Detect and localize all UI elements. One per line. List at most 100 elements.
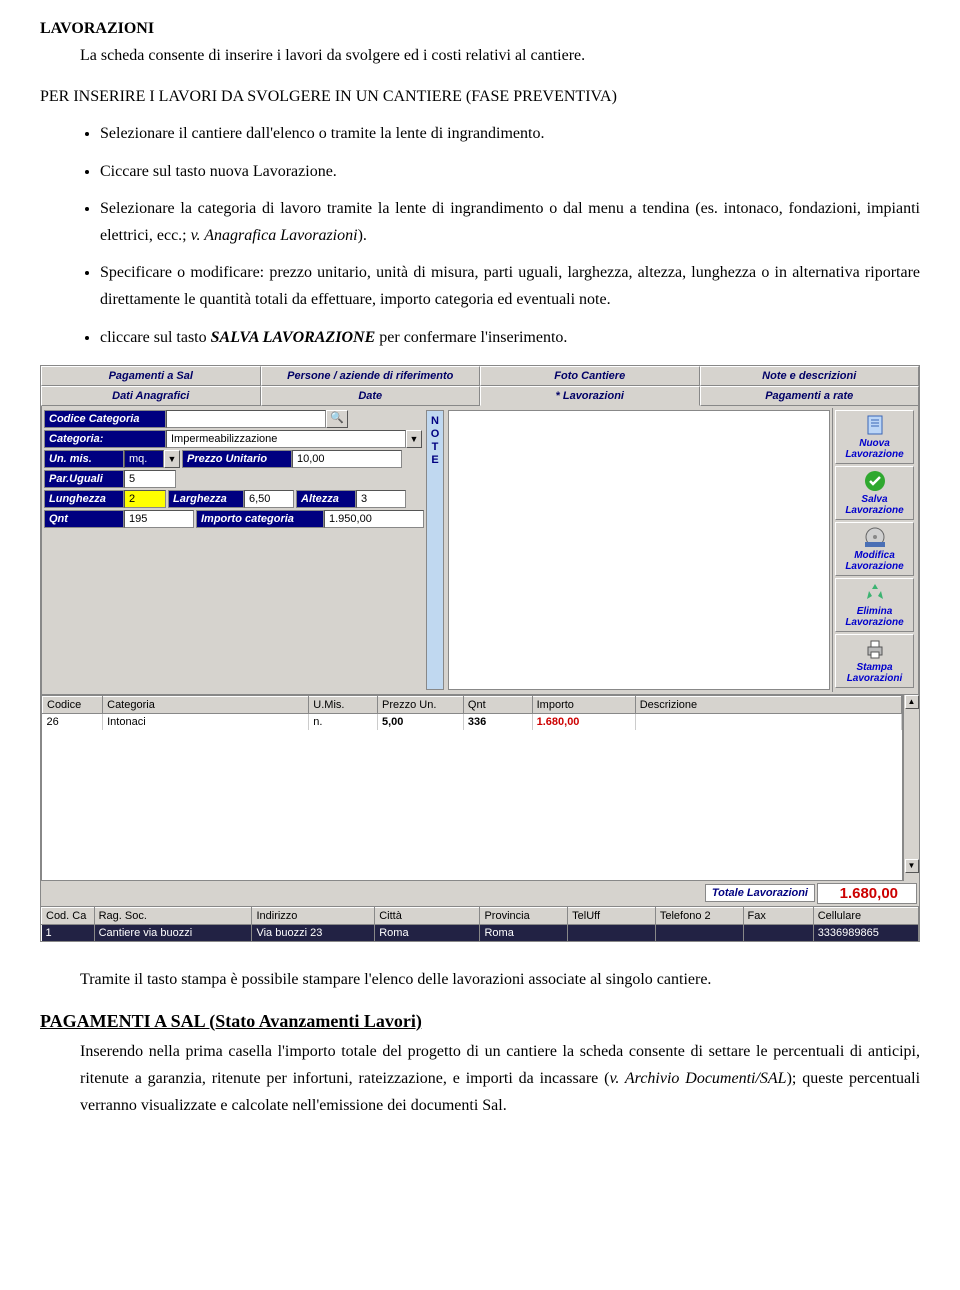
- doc-p2: Inserendo nella prima casella l'importo …: [80, 1038, 920, 1120]
- col-umis[interactable]: U.Mis.: [309, 696, 378, 713]
- tab-pagamenti-rate[interactable]: Pagamenti a rate: [700, 386, 920, 406]
- document-icon: [861, 413, 889, 437]
- fcol-prov[interactable]: Provincia: [480, 907, 568, 924]
- chevron-down-icon[interactable]: ▼: [406, 430, 422, 448]
- cell-importo: 1.680,00: [532, 713, 635, 730]
- check-icon: [861, 469, 889, 493]
- cell-prezzo: 5,00: [378, 713, 464, 730]
- tab-note-descrizioni[interactable]: Note e descrizioni: [700, 366, 920, 386]
- label-larghezza: Larghezza: [168, 490, 244, 508]
- input-prezzo-unitario[interactable]: 10,00: [292, 450, 402, 468]
- label-prezzo-unitario: Prezzo Unitario: [182, 450, 292, 468]
- tab-foto-cantiere[interactable]: Foto Cantiere: [480, 366, 700, 386]
- app-window: Pagamenti a Sal Persone / aziende di rif…: [40, 365, 920, 942]
- total-label: Totale Lavorazioni: [705, 884, 815, 902]
- total-value: 1.680,00: [817, 883, 917, 904]
- input-lunghezza[interactable]: 2: [124, 490, 166, 508]
- input-un-mis[interactable]: mq.: [124, 450, 164, 468]
- bullet-3: Selezionare la categoria di lavoro trami…: [100, 195, 920, 249]
- tabs-row-bottom: Dati Anagrafici Date * Lavorazioni Pagam…: [41, 386, 919, 406]
- cell-umis: n.: [309, 713, 378, 730]
- fcol-rag[interactable]: Rag. Soc.: [94, 907, 252, 924]
- footer-row[interactable]: 1 Cantiere via buozzi Via buozzi 23 Roma…: [42, 924, 919, 941]
- input-larghezza[interactable]: 6,50: [244, 490, 294, 508]
- tab-lavorazioni[interactable]: * Lavorazioni: [480, 386, 700, 406]
- cell-qnt: 336: [463, 713, 532, 730]
- col-categoria[interactable]: Categoria: [103, 696, 309, 713]
- doc-subtitle: PER INSERIRE I LAVORI DA SVOLGERE IN UN …: [40, 83, 920, 110]
- table-row[interactable]: 26 Intonaci n. 5,00 336 1.680,00: [43, 713, 902, 730]
- note-textarea[interactable]: [448, 410, 830, 690]
- total-row: Totale Lavorazioni 1.680,00: [41, 881, 919, 906]
- table-header-row: Codice Categoria U.Mis. Prezzo Un. Qnt I…: [43, 696, 902, 713]
- fcell-fax: [743, 924, 813, 941]
- elimina-lavorazione-button[interactable]: Elimina Lavorazione: [835, 578, 914, 632]
- fcol-fax[interactable]: Fax: [743, 907, 813, 924]
- input-categoria[interactable]: Impermeabilizzazione: [166, 430, 406, 448]
- footer-header-row: Cod. Ca Rag. Soc. Indirizzo Città Provin…: [42, 907, 919, 924]
- form-panel: Codice Categoria 🔍 Categoria: Impermeabi…: [44, 408, 424, 692]
- stampa-lavorazioni-button[interactable]: Stampa Lavorazioni: [835, 634, 914, 688]
- fcell-rag: Cantiere via buozzi: [94, 924, 252, 941]
- doc-h2-pagamenti: PAGAMENTI A SAL (Stato Avanzamenti Lavor…: [40, 1011, 920, 1032]
- sidebar: Nuova Lavorazione Salva Lavorazione Modi…: [832, 408, 916, 692]
- label-par-uguali: Par.Uguali: [44, 470, 124, 488]
- fcol-tel2[interactable]: Telefono 2: [655, 907, 743, 924]
- cell-codice: 26: [43, 713, 103, 730]
- tabs-row-top: Pagamenti a Sal Persone / aziende di rif…: [41, 366, 919, 386]
- cantiere-footer-table: Cod. Ca Rag. Soc. Indirizzo Città Provin…: [41, 906, 919, 941]
- col-importo[interactable]: Importo: [532, 696, 635, 713]
- doc-after-image: Tramite il tasto stampa è possibile stam…: [80, 966, 920, 993]
- tab-date[interactable]: Date: [261, 386, 481, 406]
- fcell-tel2: [655, 924, 743, 941]
- chevron-down-icon[interactable]: ▼: [164, 450, 180, 468]
- fcol-tel1[interactable]: TelUff: [568, 907, 656, 924]
- doc-section-title: LAVORAZIONI: [40, 20, 920, 38]
- col-descrizione[interactable]: Descrizione: [635, 696, 901, 713]
- bullet-1: Selezionare il cantiere dall'elenco o tr…: [100, 120, 920, 147]
- label-un-mis: Un. mis.: [44, 450, 124, 468]
- label-lunghezza: Lunghezza: [44, 490, 124, 508]
- modifica-lavorazione-button[interactable]: Modifica Lavorazione: [835, 522, 914, 576]
- tab-pagamenti-sal[interactable]: Pagamenti a Sal: [41, 366, 261, 386]
- label-importo-categoria: Importo categoria: [196, 510, 324, 528]
- label-categoria: Categoria:: [44, 430, 166, 448]
- input-importo-categoria[interactable]: 1.950,00: [324, 510, 424, 528]
- label-codice-categoria: Codice Categoria: [44, 410, 166, 428]
- lavorazioni-table: Codice Categoria U.Mis. Prezzo Un. Qnt I…: [41, 695, 903, 881]
- fcell-tel1: [568, 924, 656, 941]
- bullet-4: Specificare o modificare: prezzo unitari…: [100, 259, 920, 313]
- bullet-5: cliccare sul tasto SALVA LAVORAZIONE per…: [100, 324, 920, 351]
- tab-dati-anagrafici[interactable]: Dati Anagrafici: [41, 386, 261, 406]
- label-altezza: Altezza: [296, 490, 356, 508]
- fcell-prov: Roma: [480, 924, 568, 941]
- fcol-citta[interactable]: Città: [375, 907, 480, 924]
- salva-lavorazione-button[interactable]: Salva Lavorazione: [835, 466, 914, 520]
- col-codice[interactable]: Codice: [43, 696, 103, 713]
- fcol-cell[interactable]: Cellulare: [813, 907, 918, 924]
- scroll-up-icon[interactable]: ▲: [905, 695, 919, 709]
- input-codice-categoria[interactable]: [166, 410, 326, 428]
- vertical-scrollbar[interactable]: ▲ ▼: [903, 695, 919, 881]
- fcol-cod[interactable]: Cod. Ca: [42, 907, 95, 924]
- fcell-ind: Via buozzi 23: [252, 924, 375, 941]
- bullet-2: Ciccare sul tasto nuova Lavorazione.: [100, 158, 920, 185]
- doc-intro: La scheda consente di inserire i lavori …: [80, 42, 920, 69]
- fcol-ind[interactable]: Indirizzo: [252, 907, 375, 924]
- input-par-uguali[interactable]: 5: [124, 470, 176, 488]
- tab-persone-aziende[interactable]: Persone / aziende di riferimento: [261, 366, 481, 386]
- nuova-lavorazione-button[interactable]: Nuova Lavorazione: [835, 410, 914, 464]
- label-qnt: Qnt: [44, 510, 124, 528]
- printer-icon: [861, 637, 889, 661]
- input-altezza[interactable]: 3: [356, 490, 406, 508]
- search-icon[interactable]: 🔍: [326, 410, 348, 428]
- scroll-down-icon[interactable]: ▼: [905, 859, 919, 873]
- col-qnt[interactable]: Qnt: [463, 696, 532, 713]
- fcell-cell: 3336989865: [813, 924, 918, 941]
- cell-categoria: Intonaci: [103, 713, 309, 730]
- note-strip[interactable]: N O T E: [426, 410, 444, 690]
- fcell-citta: Roma: [375, 924, 480, 941]
- disk-icon: [861, 525, 889, 549]
- input-qnt[interactable]: 195: [124, 510, 194, 528]
- col-prezzo[interactable]: Prezzo Un.: [378, 696, 464, 713]
